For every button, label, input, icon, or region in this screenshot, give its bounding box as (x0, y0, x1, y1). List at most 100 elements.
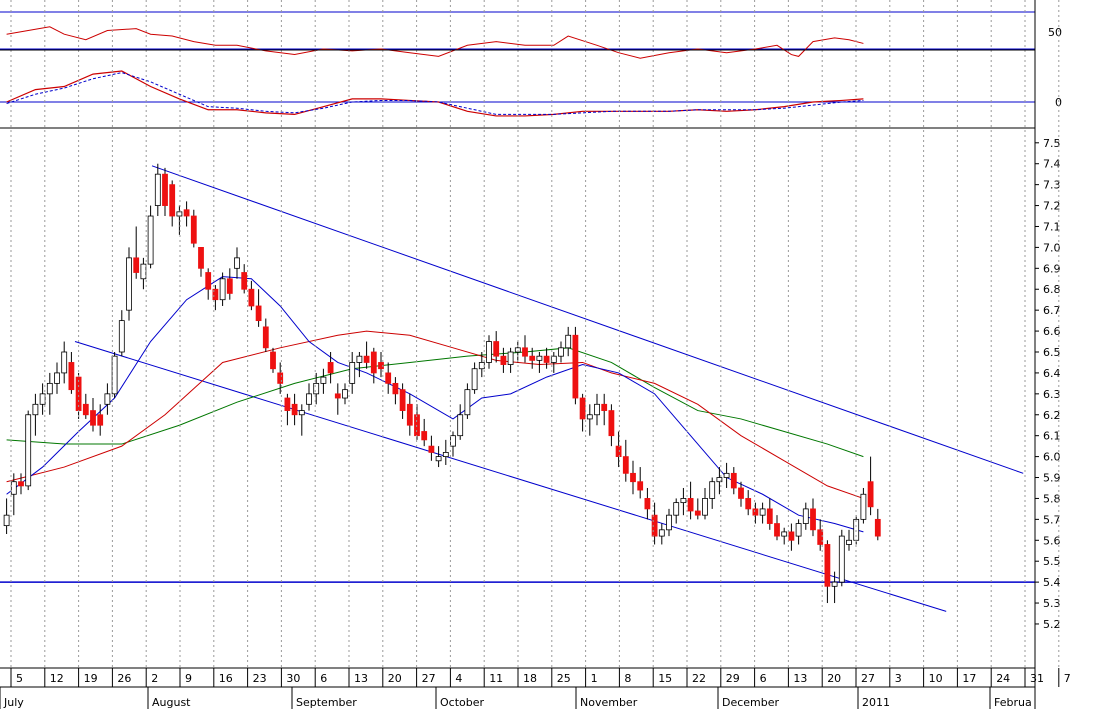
candle (471, 362, 478, 394)
candle-body (694, 510, 701, 516)
candle-body (248, 288, 255, 307)
candle (370, 347, 377, 384)
candle (349, 352, 356, 394)
candle (774, 515, 780, 541)
candle (723, 462, 730, 488)
candle-body (759, 508, 766, 516)
candle (730, 467, 737, 495)
month-label: December (722, 696, 780, 709)
moving-average-short (6, 276, 864, 533)
candle (176, 205, 183, 235)
candle (226, 268, 233, 300)
candle (118, 310, 125, 357)
date-tick-label: 12 (50, 672, 64, 685)
candle (579, 393, 586, 432)
candle (183, 201, 190, 227)
date-tick-label: 26 (117, 672, 131, 685)
candle-body (118, 320, 125, 353)
date-tick-label: 13 (354, 672, 368, 685)
candle (262, 318, 269, 352)
candle-body (147, 215, 154, 265)
candle (284, 393, 291, 426)
candle-body (522, 347, 528, 357)
candle-body (824, 544, 831, 587)
date-tick-label: 9 (185, 672, 192, 685)
candle (435, 446, 442, 468)
candle (334, 383, 341, 415)
candle (392, 377, 399, 405)
candle-body (457, 414, 464, 437)
chart-canvas: 50 0 7.5 7.4 7.3 7.2 7.1 7.0 6.9 6.8 6.7 6.6 6.5 6.… (0, 0, 1071, 709)
candle (457, 404, 464, 440)
candle-body (205, 272, 212, 290)
price-tick-label: 5.9 (1043, 472, 1061, 485)
candle-body (291, 403, 298, 416)
candle-body (241, 272, 248, 290)
date-tick-label: 15 (658, 672, 672, 685)
candle (291, 393, 298, 426)
month-label: 2011 (862, 696, 890, 709)
candle (860, 487, 867, 524)
candle-body (874, 518, 881, 537)
candle-body (169, 184, 176, 217)
candle (838, 529, 845, 587)
candle (522, 335, 528, 363)
candle-body (363, 355, 370, 363)
date-tick-label: 17 (962, 672, 976, 685)
price-tick-label: 6.8 (1043, 283, 1061, 296)
candle (709, 477, 716, 509)
price-tick-label: 5.2 (1043, 618, 1061, 631)
candle-body (558, 347, 564, 357)
candle-body (226, 278, 233, 294)
candle-body (831, 581, 838, 587)
macd-axis-label: 0 (1055, 96, 1062, 109)
month-label: October (440, 696, 484, 709)
price-tick-label: 6.7 (1043, 304, 1061, 317)
candle-body (392, 382, 399, 395)
price-tick-label: 6.1 (1043, 430, 1061, 443)
candle (572, 326, 579, 405)
price-tick-label: 6.0 (1043, 451, 1061, 464)
candle (162, 167, 168, 217)
candle (363, 341, 370, 369)
candle (356, 352, 363, 378)
date-tick-label: 10 (929, 672, 943, 685)
candle (190, 209, 197, 248)
price-tick-label: 7.3 (1043, 179, 1061, 192)
candle (442, 439, 449, 465)
candle (133, 226, 140, 279)
month-label: November (580, 696, 638, 709)
candle (594, 393, 600, 426)
candle-body (745, 498, 752, 510)
date-tick-label: 13 (793, 672, 807, 685)
date-tick-label: 2 (151, 672, 158, 685)
candle-body (565, 334, 572, 349)
candle (61, 341, 68, 384)
candle-body (810, 508, 816, 531)
channel-upper-line (151, 165, 1024, 474)
candle-body (781, 531, 788, 537)
candle (658, 523, 665, 545)
candle (32, 393, 39, 436)
price-axis: 7.5 7.4 7.3 7.2 7.1 7.0 6.9 6.8 6.7 6.6 6.5 6.4 6.3 6… (1035, 137, 1061, 631)
candle (25, 410, 32, 491)
candle (68, 352, 75, 394)
candle (558, 341, 564, 363)
candle-body (270, 351, 276, 370)
month-label: September (296, 696, 357, 709)
candle-body (90, 410, 96, 426)
candle (766, 498, 773, 530)
price-tick-label: 5.8 (1043, 492, 1061, 505)
candle (543, 347, 550, 369)
price-tick-label: 5.4 (1043, 576, 1061, 589)
date-tick-label: 29 (726, 672, 740, 685)
month-label: August (152, 696, 191, 709)
candle-body (284, 397, 291, 411)
month-label: Februa (994, 696, 1032, 709)
candle (464, 383, 471, 419)
candle-body (162, 173, 168, 206)
candle (241, 264, 248, 294)
candle-body (615, 445, 622, 458)
candle-body (428, 445, 435, 453)
price-tick-label: 7.1 (1043, 220, 1061, 233)
